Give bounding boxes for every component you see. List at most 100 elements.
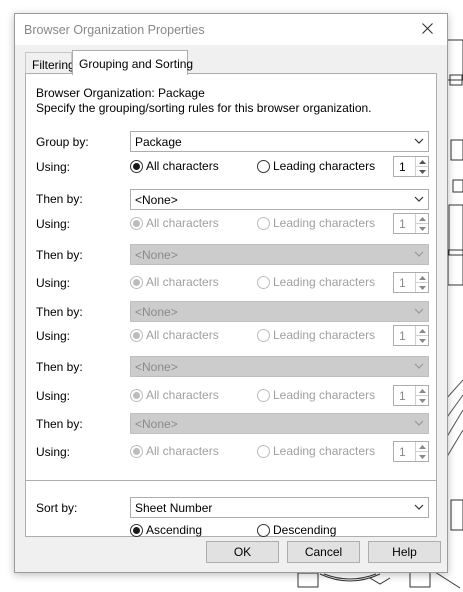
sort-by-dropdown[interactable]: Sheet Number: [130, 497, 429, 518]
spin-up-icon[interactable]: [416, 214, 428, 224]
ascending-radio[interactable]: Ascending: [130, 523, 202, 537]
spinner-value: 1: [399, 445, 406, 459]
leading-characters-spinner[interactable]: 1: [393, 272, 429, 293]
ok-button[interactable]: OK: [206, 541, 279, 563]
then-by-value: <None>: [135, 360, 178, 374]
all-characters-radio[interactable]: All characters: [130, 328, 219, 342]
help-button[interactable]: Help: [368, 541, 441, 563]
leading-characters-label: Leading characters: [273, 159, 376, 173]
spin-up-icon[interactable]: [416, 326, 428, 336]
leading-characters-radio[interactable]: Leading characters: [257, 444, 375, 458]
all-characters-label: All characters: [146, 275, 219, 289]
then-by-label: Then by:: [36, 248, 83, 262]
radio-circle: [257, 275, 270, 289]
spin-down-icon[interactable]: [416, 224, 428, 233]
leading-characters-spinner[interactable]: 1: [393, 385, 429, 406]
chevron-down-icon: [413, 501, 425, 513]
group-by-label: Group by:: [36, 135, 89, 149]
leading-characters-radio[interactable]: Leading characters: [257, 328, 375, 342]
radio-circle: [257, 159, 270, 173]
spinner-value: 1: [399, 389, 406, 403]
close-button[interactable]: [407, 14, 447, 45]
radio-circle: [130, 444, 143, 458]
tab-filtering[interactable]: Filtering: [25, 52, 75, 74]
spinner-value: 1: [399, 329, 406, 343]
then-by-value: <None>: [135, 305, 178, 319]
title-bar: Browser Organization Properties: [15, 14, 447, 45]
then-by-label: Then by:: [36, 305, 83, 319]
leading-characters-spinner[interactable]: 1: [393, 325, 429, 346]
using-label: Using:: [36, 160, 71, 174]
group-by-value: Package: [135, 135, 182, 149]
leading-characters-label: Leading characters: [273, 328, 376, 342]
using-label: Using:: [36, 445, 71, 459]
descending-label: Descending: [273, 523, 337, 537]
all-characters-radio[interactable]: All characters: [130, 275, 219, 289]
separator: [26, 480, 436, 481]
spin-up-icon[interactable]: [416, 273, 428, 283]
using-label: Using:: [36, 329, 71, 343]
then-by-dropdown-2[interactable]: <None>: [130, 244, 429, 265]
all-characters-radio[interactable]: All characters: [130, 388, 219, 402]
instructions-text: Specify the grouping/sorting rules for t…: [36, 101, 372, 115]
radio-circle: [257, 216, 270, 230]
tab-grouping-label: Grouping and Sorting: [79, 57, 194, 71]
all-characters-radio[interactable]: All characters: [130, 216, 219, 230]
using-label: Using:: [36, 217, 71, 231]
then-by-dropdown-5[interactable]: <None>: [130, 413, 429, 434]
leading-characters-radio[interactable]: Leading characters: [257, 159, 375, 173]
all-characters-label: All characters: [146, 328, 219, 342]
then-by-label: Then by:: [36, 417, 83, 431]
ok-button-label: OK: [233, 545, 252, 559]
spin-down-icon[interactable]: [416, 283, 428, 292]
then-by-label: Then by:: [36, 360, 83, 374]
leading-characters-radio[interactable]: Leading characters: [257, 388, 375, 402]
sort-by-label: Sort by:: [36, 501, 78, 515]
all-characters-radio[interactable]: All characters: [130, 159, 219, 173]
leading-characters-label: Leading characters: [273, 216, 376, 230]
organization-name-text: Browser Organization: Package: [36, 86, 205, 100]
tab-filtering-label: Filtering: [32, 58, 75, 72]
chevron-down-icon: [413, 360, 425, 372]
spin-up-icon[interactable]: [416, 442, 428, 452]
all-characters-label: All characters: [146, 159, 219, 173]
radio-circle: [257, 523, 270, 537]
browser-organization-dialog: Browser Organization Properties Filterin…: [14, 13, 448, 573]
radio-circle: [130, 159, 143, 173]
spin-down-icon[interactable]: [416, 452, 428, 461]
all-characters-label: All characters: [146, 216, 219, 230]
then-by-value: <None>: [135, 248, 178, 262]
then-by-dropdown-3[interactable]: <None>: [130, 301, 429, 322]
spin-down-icon[interactable]: [416, 396, 428, 405]
chevron-down-icon: [413, 305, 425, 317]
leading-characters-radio[interactable]: Leading characters: [257, 216, 375, 230]
all-characters-radio[interactable]: All characters: [130, 444, 219, 458]
then-by-dropdown-1[interactable]: <None>: [130, 189, 429, 210]
radio-circle: [257, 444, 270, 458]
group-by-dropdown[interactable]: Package: [130, 131, 429, 152]
spinner-value: 1: [399, 160, 406, 174]
radio-circle: [257, 328, 270, 342]
leading-characters-label: Leading characters: [273, 444, 376, 458]
then-by-dropdown-4[interactable]: <None>: [130, 356, 429, 377]
dialog-title: Browser Organization Properties: [24, 23, 205, 37]
grouping-sorting-panel: Browser Organization: Package Specify th…: [25, 73, 437, 537]
close-icon: [421, 22, 433, 37]
leading-characters-spinner[interactable]: 1: [393, 213, 429, 234]
then-by-value: <None>: [135, 193, 178, 207]
spin-up-icon[interactable]: [416, 386, 428, 396]
spin-down-icon[interactable]: [416, 167, 428, 176]
leading-characters-spinner[interactable]: 1: [393, 441, 429, 462]
spin-down-icon[interactable]: [416, 336, 428, 345]
cancel-button-label: Cancel: [304, 545, 343, 559]
then-by-label: Then by:: [36, 192, 83, 206]
descending-radio[interactable]: Descending: [257, 523, 336, 537]
cancel-button[interactable]: Cancel: [287, 541, 360, 563]
tab-grouping-and-sorting[interactable]: Grouping and Sorting: [72, 50, 193, 75]
chevron-down-icon: [413, 248, 425, 260]
radio-circle: [130, 523, 143, 537]
spin-up-icon[interactable]: [416, 157, 428, 167]
leading-characters-radio[interactable]: Leading characters: [257, 275, 375, 289]
spinner-value: 1: [399, 217, 406, 231]
leading-characters-spinner[interactable]: 1: [393, 156, 429, 177]
